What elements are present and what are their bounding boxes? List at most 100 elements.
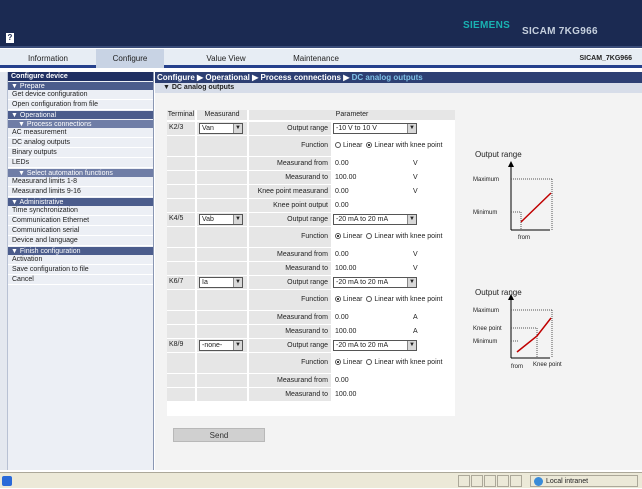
row-bg xyxy=(167,353,195,373)
sidebar-item-leds[interactable]: LEDs xyxy=(8,158,153,168)
value-input[interactable]: 0.00 xyxy=(333,186,411,197)
main-tabs: Information Configure Value View Mainten… xyxy=(0,49,642,68)
value-input[interactable]: 100.00 xyxy=(333,326,411,337)
sidebar-item-binary-outputs[interactable]: Binary outputs xyxy=(8,148,153,158)
sidebar-item-save-config[interactable]: Save configuration to file xyxy=(8,265,153,275)
sidebar-item-limits-9-16[interactable]: Measurand limits 9-16 xyxy=(8,187,153,197)
radio-linear-label: Linear xyxy=(343,359,363,366)
value-input[interactable]: 100.00 xyxy=(333,389,411,400)
measurand-select[interactable]: -none- ▼ xyxy=(199,340,243,351)
chevron-down-icon[interactable]: ▼ xyxy=(233,124,242,133)
chevron-down-icon[interactable]: ▼ xyxy=(233,215,242,224)
sidebar-group-administrative[interactable]: ▼ Administrative xyxy=(8,197,153,206)
output-range-select[interactable]: -20 mA to 20 mA ▼ xyxy=(333,214,417,225)
main-content: Configure ▶ Operational ▶ Process connec… xyxy=(155,72,642,470)
breadcrumb-operational[interactable]: Operational xyxy=(205,73,249,82)
sidebar-item-ac-measurement[interactable]: AC measurement xyxy=(8,128,153,138)
chart1-xlabel: from xyxy=(518,235,530,241)
param-label: Measurand from xyxy=(249,248,331,261)
value-input[interactable]: 100.00 xyxy=(333,263,411,274)
sidebar-item-limits-1-8[interactable]: Measurand limits 1-8 xyxy=(8,177,153,187)
terminal-label: K8/9 xyxy=(169,341,184,348)
unit-label: V xyxy=(413,251,418,258)
row-bg xyxy=(197,325,247,338)
row-bg xyxy=(197,290,247,310)
row-bg xyxy=(167,325,195,338)
radio-linear[interactable] xyxy=(335,359,341,366)
unit-label: V xyxy=(413,188,418,195)
radio-linear-label: Linear xyxy=(343,296,363,303)
value-input[interactable]: 0.00 xyxy=(333,312,411,323)
section-title[interactable]: ▼ DC analog outputs xyxy=(155,83,642,93)
param-label: Knee point measurand xyxy=(249,185,331,198)
chevron-down-icon[interactable]: ▼ xyxy=(407,215,416,224)
device-name: SICAM_7KG966 xyxy=(579,55,632,62)
help-icon[interactable]: ? xyxy=(6,33,14,43)
output-range-select[interactable]: -10 V to 10 V ▼ xyxy=(333,123,417,134)
row-bg xyxy=(197,311,247,324)
measurand-value: -none- xyxy=(202,342,223,349)
sidebar-item-comm-serial[interactable]: Communication serial xyxy=(8,226,153,236)
app-header: ? SIEMENS SICAM 7KG966 xyxy=(0,0,642,48)
output-range-value: -20 mA to 20 mA xyxy=(336,216,389,223)
row-bg xyxy=(167,171,195,184)
chevron-down-icon[interactable]: ▼ xyxy=(407,341,416,350)
row-bg xyxy=(167,136,195,156)
tab-maintenance[interactable]: Maintenance xyxy=(280,49,352,68)
unit-label xyxy=(413,374,433,387)
sidebar: Configure device ▼ Prepare Get device co… xyxy=(8,72,154,470)
value-input[interactable]: 0.00 xyxy=(333,375,411,386)
function-radio-group: Linear Linear with knee point xyxy=(335,227,455,247)
sidebar-group-prepare[interactable]: ▼ Prepare xyxy=(8,81,153,90)
param-label: Measurand to xyxy=(249,171,331,184)
sidebar-item-open-config[interactable]: Open configuration from file xyxy=(8,100,153,110)
sidebar-item-activation[interactable]: Activation xyxy=(8,255,153,265)
chart2-ymax: Maximum xyxy=(473,308,499,314)
sidebar-group-operational[interactable]: ▼ Operational xyxy=(8,110,153,119)
sidebar-item-dc-analog-outputs[interactable]: DC analog outputs xyxy=(8,138,153,148)
measurand-select[interactable]: Ia ▼ xyxy=(199,277,243,288)
radio-knee[interactable] xyxy=(366,296,373,303)
tab-information[interactable]: Information xyxy=(0,49,96,68)
sidebar-subgroup-automation[interactable]: ▼ Select automation functions xyxy=(8,168,153,177)
sidebar-group-finish[interactable]: ▼ Finish configuration xyxy=(8,246,153,255)
chevron-down-icon[interactable]: ▼ xyxy=(233,341,242,350)
radio-knee[interactable] xyxy=(366,142,373,149)
radio-knee-label: Linear with knee point xyxy=(374,296,443,303)
sidebar-subgroup-process-connections[interactable]: ▼ Process connections xyxy=(8,119,153,128)
radio-linear[interactable] xyxy=(335,296,341,303)
tab-value-view[interactable]: Value View xyxy=(188,49,264,68)
row-bg xyxy=(197,171,247,184)
radio-linear[interactable] xyxy=(335,233,341,240)
unit-label: A xyxy=(413,314,418,321)
tab-configure[interactable]: Configure xyxy=(96,49,164,68)
value-input[interactable]: 0.00 xyxy=(333,158,411,169)
value-input[interactable]: 0.00 xyxy=(333,200,411,211)
breadcrumb-process-connections[interactable]: Process connections xyxy=(260,73,340,82)
sidebar-item-comm-ethernet[interactable]: Communication Ethernet xyxy=(8,216,153,226)
unit-label: A xyxy=(413,328,418,335)
chevron-down-icon[interactable]: ▼ xyxy=(407,124,416,133)
radio-knee[interactable] xyxy=(366,233,373,240)
sidebar-item-time-sync[interactable]: Time synchronization xyxy=(8,206,153,216)
row-bg xyxy=(167,157,195,170)
output-range-select[interactable]: -20 mA to 20 mA ▼ xyxy=(333,340,417,351)
chevron-down-icon[interactable]: ▼ xyxy=(407,278,416,287)
sidebar-item-cancel[interactable]: Cancel xyxy=(8,275,153,285)
value-input[interactable]: 0.00 xyxy=(333,249,411,260)
sidebar-item-get-config[interactable]: Get device configuration xyxy=(8,90,153,100)
chevron-down-icon[interactable]: ▼ xyxy=(233,278,242,287)
chart1-ymin: Minimum xyxy=(473,210,497,216)
output-range-select[interactable]: -20 mA to 20 mA ▼ xyxy=(333,277,417,288)
value-input[interactable]: 100.00 xyxy=(333,172,411,183)
send-button[interactable]: Send xyxy=(173,428,265,442)
chart1-ymax: Maximum xyxy=(473,177,499,183)
measurand-select[interactable]: Vab ▼ xyxy=(199,214,243,225)
radio-linear[interactable] xyxy=(335,142,341,149)
radio-knee-label: Linear with knee point xyxy=(374,233,443,240)
row-bg xyxy=(167,199,195,212)
breadcrumb-configure[interactable]: Configure xyxy=(157,73,195,82)
radio-knee[interactable] xyxy=(366,359,373,366)
measurand-select[interactable]: Van ▼ xyxy=(199,123,243,134)
sidebar-item-device-language[interactable]: Device and language xyxy=(8,236,153,246)
